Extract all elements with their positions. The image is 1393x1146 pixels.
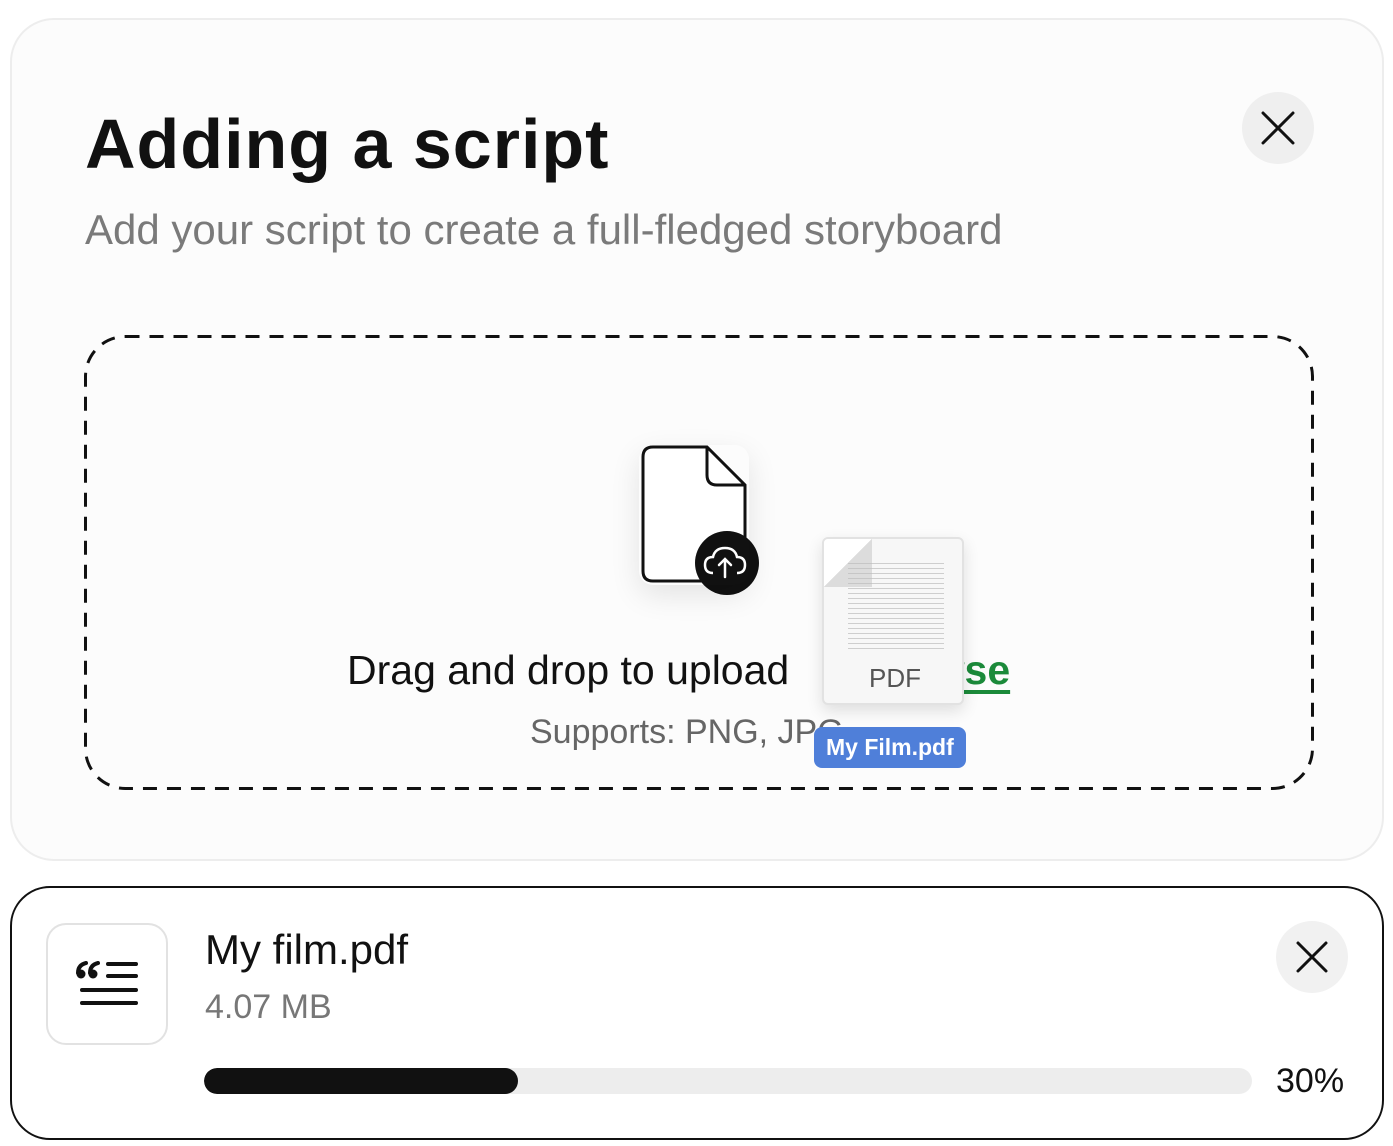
add-script-modal: Adding a script Add your script to creat… bbox=[10, 18, 1384, 861]
modal-title: Adding a script bbox=[85, 105, 610, 183]
close-icon bbox=[1261, 111, 1295, 145]
drag-drop-label: Drag and drop to upload bbox=[347, 647, 790, 693]
cancel-upload-button[interactable] bbox=[1276, 921, 1348, 993]
file-type-label: PDF bbox=[869, 663, 921, 693]
close-icon bbox=[1296, 941, 1328, 973]
upload-progress-bar bbox=[204, 1068, 1252, 1094]
supported-formats: Supports: PNG, JPG bbox=[530, 713, 844, 751]
file-dropzone[interactable]: Drag and drop to upload wse Supports: PN… bbox=[84, 335, 1314, 790]
upload-progress-percent: 30% bbox=[1276, 1062, 1345, 1100]
file-upload-icon bbox=[639, 445, 769, 605]
modal-subtitle: Add your script to create a full-fledged… bbox=[85, 206, 1003, 253]
dragged-file-ghost: PDF My Film.pdf bbox=[814, 537, 982, 777]
upload-progress-fill bbox=[204, 1068, 519, 1094]
close-modal-button[interactable] bbox=[1242, 92, 1314, 164]
upload-item-card: My film.pdf 4.07 MB 30% bbox=[10, 886, 1384, 1140]
script-quote-icon bbox=[76, 961, 138, 1005]
pdf-file-icon: PDF bbox=[822, 537, 964, 705]
upload-file-size: 4.07 MB bbox=[205, 988, 332, 1026]
dragged-file-name: My Film.pdf bbox=[814, 727, 966, 768]
file-thumbnail bbox=[46, 923, 168, 1045]
upload-file-name: My film.pdf bbox=[205, 926, 409, 973]
